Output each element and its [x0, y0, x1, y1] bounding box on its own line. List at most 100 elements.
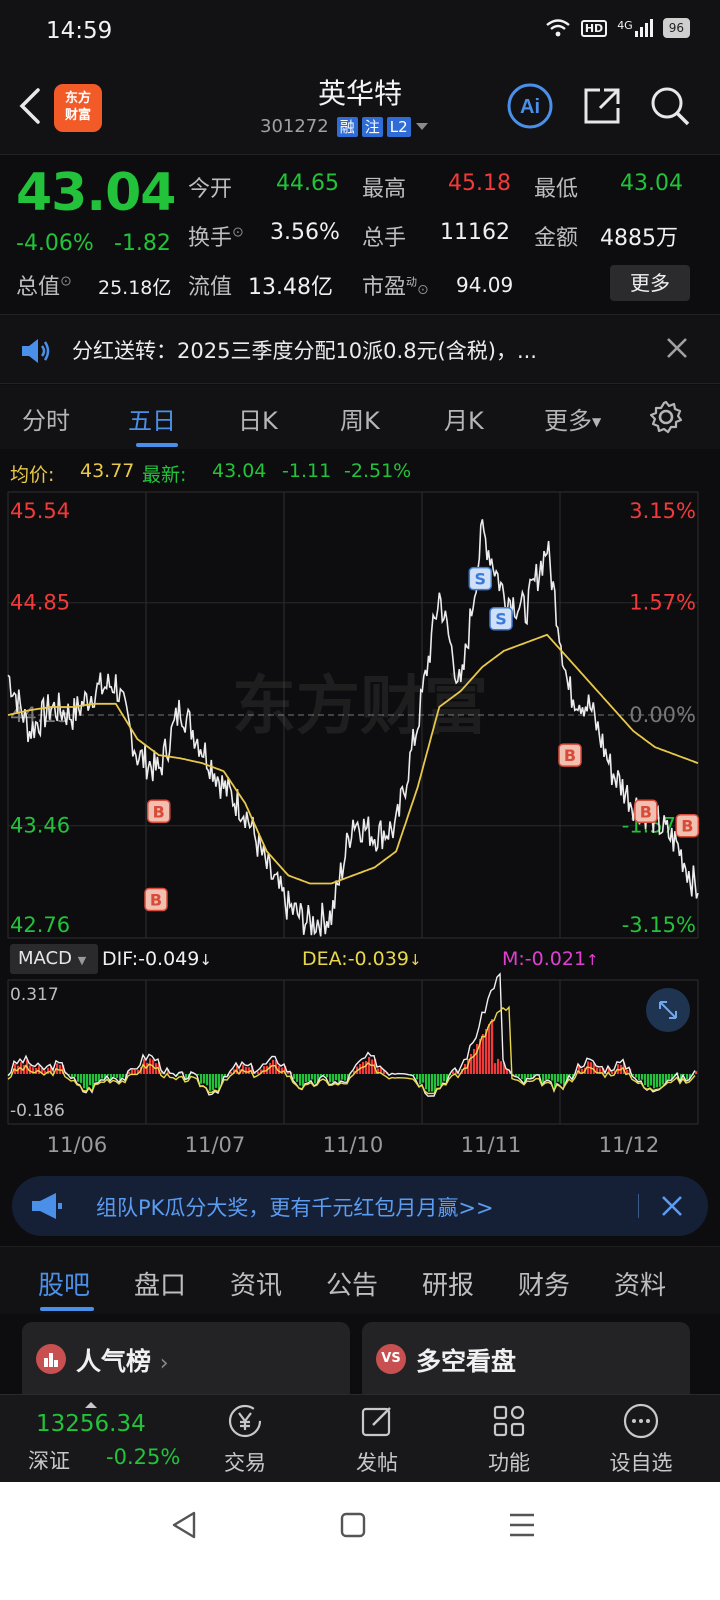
macd-bar-up: [287, 1072, 290, 1074]
tab-forum[interactable]: 股吧: [38, 1265, 90, 1302]
amount-label: 金额: [534, 226, 579, 251]
tab-daily-k[interactable]: 日K: [238, 401, 278, 436]
percent-tick-label: 0.00%: [629, 703, 696, 727]
macd-bar-down: [635, 1074, 638, 1078]
tab-more[interactable]: 更多▼: [544, 401, 601, 436]
tab-profile[interactable]: 资料: [614, 1265, 666, 1302]
share-icon[interactable]: [580, 84, 624, 128]
tab-research[interactable]: 研报: [422, 1265, 474, 1302]
tab-financials[interactable]: 财务: [518, 1265, 570, 1302]
percent-tick-label: 3.15%: [629, 499, 696, 523]
promo-banner[interactable]: 组队PK瓜分大奖，更有千元红包月月赢>>: [12, 1176, 708, 1236]
battery-icon: 96: [662, 18, 690, 38]
macd-bar-down: [344, 1074, 347, 1081]
macd-bar-down: [296, 1074, 299, 1082]
macd-bar-down: [299, 1074, 302, 1086]
macd-bar-down: [89, 1074, 92, 1086]
system-navigation-bar: [0, 1482, 720, 1600]
price-tick-label: 42.76: [10, 913, 70, 937]
gear-icon[interactable]: [648, 399, 684, 435]
tab-news[interactable]: 资讯: [230, 1265, 282, 1302]
active-tab-indicator: [40, 1307, 94, 1311]
macd-bar-up: [491, 1019, 494, 1074]
marker-label: B: [640, 802, 652, 821]
feature-cards: 人气榜 › VS 多空看盘: [0, 1314, 720, 1412]
five-day-chart[interactable]: 东方财富 45.54 3.15%44.85 1.57%44.15 0.00%43.46…: [0, 488, 720, 1168]
chart-icon: [36, 1344, 66, 1374]
buy-marker: B: [147, 799, 171, 824]
divider: [638, 1194, 639, 1218]
nav-add-watchlist[interactable]: 设自选: [596, 1401, 686, 1477]
caret-up-icon[interactable]: [84, 1401, 98, 1409]
macd-bar-down: [203, 1074, 206, 1084]
index-value[interactable]: 13256.34: [36, 1411, 146, 1437]
level2-tag: L2: [386, 116, 411, 137]
watermark-text: 东方财富: [232, 670, 488, 744]
dropdown-caret-icon[interactable]: [415, 122, 429, 132]
dividend-notice[interactable]: 分红送转：2025三季度分配10派0.8元(含税)，...: [0, 314, 720, 384]
macd-bar-up: [497, 1058, 500, 1074]
ai-assistant-icon[interactable]: Ai: [506, 82, 554, 130]
yen-coin-icon: [228, 1404, 262, 1438]
macd-bar-up: [371, 1059, 374, 1074]
stock-header: 东方 财富 英华特 301272 融 注 L2 Ai: [0, 62, 720, 154]
macd-bar-down: [326, 1074, 329, 1078]
price-info-row: 均价: 43.77 最新: 43.04 -1.11 -2.51%: [0, 452, 720, 490]
macd-bar-up: [263, 1066, 266, 1074]
macd-bar-down: [209, 1074, 212, 1091]
macd-bar-up: [611, 1071, 614, 1074]
market-cap-value: 25.18亿: [98, 277, 172, 299]
macd-bar-down: [215, 1074, 218, 1088]
marker-label: B: [564, 746, 576, 765]
pe-value: 94.09: [456, 273, 514, 297]
macd-bar-up: [482, 1034, 485, 1074]
marker-label: B: [681, 817, 693, 836]
system-icons: HD 4G 96: [545, 18, 690, 38]
macd-bar-down: [113, 1074, 116, 1077]
indicator-selector[interactable]: MACD ▼: [10, 944, 98, 974]
tab-weekly-k[interactable]: 周K: [340, 401, 380, 436]
macd-bar-down: [86, 1074, 89, 1089]
svg-text:Ai: Ai: [520, 96, 540, 118]
macd-bar-up: [134, 1069, 137, 1074]
tab-monthly-k[interactable]: 月K: [444, 401, 484, 436]
buy-marker: B: [144, 887, 168, 912]
close-icon[interactable]: [658, 1192, 686, 1220]
tab-intraday[interactable]: 分时: [22, 401, 70, 436]
bottom-nav: 13256.34 深证 -0.25% 交易 发帖 功能 设自选: [0, 1394, 720, 1482]
tab-announcements[interactable]: 公告: [326, 1265, 378, 1302]
index-name: 深证: [28, 1449, 70, 1473]
home-square-icon[interactable]: [340, 1512, 366, 1538]
tab-order-book[interactable]: 盘口: [134, 1265, 186, 1302]
nav-trade[interactable]: 交易: [200, 1401, 290, 1477]
open-value: 44.65: [276, 171, 339, 196]
more-quote-button[interactable]: 更多: [610, 265, 690, 301]
macd-bar-down: [545, 1074, 548, 1080]
registration-tag: 注: [361, 116, 383, 137]
back-triangle-icon[interactable]: [170, 1510, 198, 1540]
market-cap-label: 总值⊙: [16, 273, 72, 300]
tab-five-day[interactable]: 五日: [128, 401, 176, 436]
marker-label: S: [475, 570, 487, 589]
macd-bar-down: [638, 1074, 641, 1081]
info-icon: ⊙: [417, 282, 429, 298]
macd-bar-down: [434, 1074, 437, 1092]
macd-bar-down: [341, 1074, 344, 1080]
marker-label: B: [153, 802, 165, 821]
macd-bar-down: [530, 1074, 533, 1078]
macd-bar-down: [185, 1074, 188, 1079]
macd-bar-down: [428, 1074, 431, 1092]
macd-bar-down: [83, 1074, 86, 1089]
macd-bar-down: [305, 1074, 308, 1082]
expand-icon[interactable]: [646, 988, 690, 1032]
menu-lines-icon[interactable]: [508, 1512, 536, 1538]
nav-post[interactable]: 发帖: [332, 1401, 422, 1477]
info-icon: ⊙: [232, 224, 244, 241]
nav-functions[interactable]: 功能: [464, 1401, 554, 1477]
close-icon[interactable]: [664, 335, 690, 361]
index-change: -0.25%: [106, 1445, 181, 1469]
change-amount: -1.82: [114, 231, 171, 256]
date-label: 11/10: [323, 1133, 384, 1157]
stock-code: 301272: [260, 116, 329, 137]
search-icon[interactable]: [648, 84, 692, 128]
